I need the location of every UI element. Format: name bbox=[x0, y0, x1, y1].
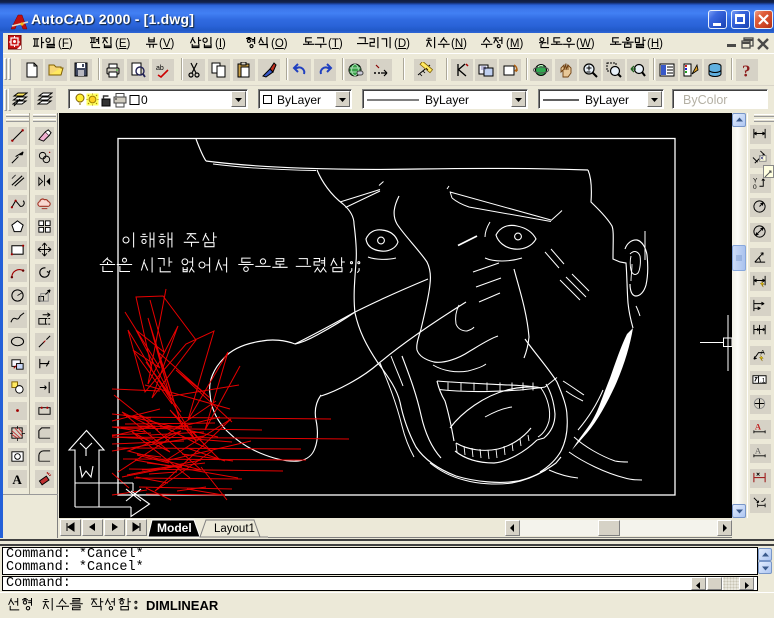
svg-text:0: 0 bbox=[753, 184, 757, 190]
svg-text:A: A bbox=[755, 421, 762, 431]
svg-text:A: A bbox=[760, 350, 765, 357]
svg-text:A: A bbox=[755, 445, 762, 455]
svg-text:Layout1: Layout1 bbox=[214, 523, 255, 535]
svg-text:ab: ab bbox=[156, 65, 164, 72]
svg-text:.1: .1 bbox=[760, 377, 766, 384]
svg-text:?: ? bbox=[742, 62, 751, 78]
svg-text:Model: Model bbox=[157, 521, 192, 535]
svg-text:A: A bbox=[12, 472, 22, 486]
